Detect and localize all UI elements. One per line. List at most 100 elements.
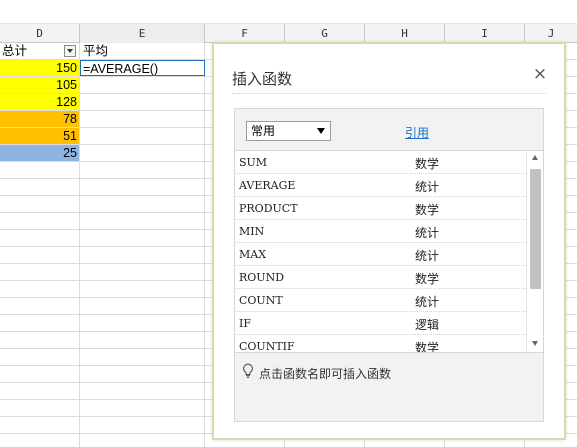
empty-cell[interactable] [80, 196, 205, 212]
function-name: SUM [239, 156, 268, 169]
empty-cell[interactable] [0, 196, 80, 212]
function-name: MAX [239, 248, 267, 261]
function-row[interactable]: MAX 统计 [235, 243, 526, 266]
function-name: ROUND [239, 271, 285, 284]
function-name: AVERAGE [239, 179, 296, 192]
empty-cell[interactable] [80, 366, 205, 382]
function-name: COUNT [239, 294, 283, 307]
active-formula-cell[interactable]: =AVERAGE() [80, 60, 205, 76]
function-category: 数学 [415, 341, 440, 353]
empty-cell[interactable] [80, 332, 205, 348]
function-category: 统计 [415, 226, 440, 240]
average-cell[interactable] [80, 111, 205, 127]
function-name: MIN [239, 225, 265, 238]
average-cell[interactable] [80, 145, 205, 161]
empty-cell[interactable] [0, 247, 80, 263]
empty-cell[interactable] [0, 298, 80, 314]
function-category: 数学 [415, 157, 440, 171]
scroll-up-icon[interactable] [527, 153, 543, 163]
empty-cell[interactable] [80, 349, 205, 365]
empty-cell[interactable] [80, 315, 205, 331]
column-header-e[interactable]: E [80, 24, 205, 43]
empty-cell[interactable] [80, 298, 205, 314]
average-cell[interactable] [80, 77, 205, 93]
empty-cell[interactable] [0, 230, 80, 246]
function-category: 数学 [415, 203, 440, 217]
chevron-down-icon [317, 128, 325, 134]
empty-cell[interactable] [0, 162, 80, 178]
function-row[interactable]: SUM 数学 [235, 151, 526, 174]
column-header-h[interactable]: H [365, 24, 445, 43]
total-value-cell[interactable]: 150 [0, 60, 80, 76]
total-value-cell[interactable]: 105 [0, 77, 80, 93]
function-row[interactable]: COUNT 统计 [235, 289, 526, 312]
function-category: 统计 [415, 295, 440, 309]
empty-cell[interactable] [80, 434, 205, 447]
empty-cell[interactable] [0, 281, 80, 297]
empty-cell[interactable] [80, 162, 205, 178]
empty-cell[interactable] [0, 366, 80, 382]
empty-cell[interactable] [80, 264, 205, 280]
empty-cell[interactable] [80, 213, 205, 229]
function-category: 数学 [415, 272, 440, 286]
empty-cell[interactable] [0, 332, 80, 348]
total-value-cell[interactable]: 78 [0, 111, 80, 127]
function-list: SUM 数学 AVERAGE 统计 PRODUCT 数学 MIN 统计 MAX 统计 ROUND 数学… [235, 150, 543, 353]
function-row[interactable]: IF 逻辑 [235, 312, 526, 335]
total-value-cell[interactable]: 51 [0, 128, 80, 144]
empty-cell[interactable] [80, 417, 205, 433]
dialog-title: 插入函数 [232, 70, 293, 88]
empty-cell[interactable] [80, 179, 205, 195]
empty-cell[interactable] [0, 315, 80, 331]
empty-cell[interactable] [0, 264, 80, 280]
function-name: IF [239, 317, 251, 330]
column-header-f[interactable]: F [205, 24, 285, 43]
empty-cell[interactable] [0, 349, 80, 365]
function-row[interactable]: AVERAGE 统计 [235, 174, 526, 197]
close-icon[interactable]: × [532, 66, 548, 83]
function-row[interactable]: COUNTIF 数学 [235, 335, 526, 353]
empty-cell[interactable] [80, 281, 205, 297]
empty-cell[interactable] [0, 383, 80, 399]
function-category: 统计 [415, 249, 440, 263]
average-cell[interactable] [80, 94, 205, 110]
column-header-d[interactable]: D [0, 24, 80, 43]
empty-cell[interactable] [0, 434, 80, 447]
header-cell-total[interactable]: 总计 [0, 43, 80, 59]
function-row[interactable]: ROUND 数学 [235, 266, 526, 289]
header-total-label: 总计 [2, 44, 28, 58]
header-cell-average[interactable]: 平均 [80, 43, 205, 59]
filter-dropdown-icon[interactable] [64, 45, 76, 57]
function-category: 逻辑 [415, 318, 440, 332]
category-select-value: 常用 [251, 124, 276, 138]
column-header-bar: D E F G H I J [0, 24, 577, 43]
empty-cell[interactable] [0, 179, 80, 195]
column-header-g[interactable]: G [285, 24, 365, 43]
function-name: COUNTIF [239, 340, 295, 353]
total-value-cell[interactable]: 25 [0, 145, 80, 161]
function-list-scrollbar[interactable] [526, 151, 543, 352]
total-value-cell[interactable]: 128 [0, 94, 80, 110]
empty-cell[interactable] [80, 247, 205, 263]
category-select[interactable]: 常用 [246, 121, 331, 141]
empty-cell[interactable] [80, 383, 205, 399]
column-header-j[interactable]: J [525, 24, 577, 43]
function-row[interactable]: MIN 统计 [235, 220, 526, 243]
function-category: 统计 [415, 180, 440, 194]
function-row[interactable]: PRODUCT 数学 [235, 197, 526, 220]
empty-cell[interactable] [80, 230, 205, 246]
empty-cell[interactable] [80, 400, 205, 416]
empty-cell[interactable] [0, 400, 80, 416]
title-divider [232, 93, 546, 94]
insert-function-dialog: 插入函数 × 常用 引用 SUM 数学 AVERAGE 统计 PRODUCT 数学 MIN 统… [212, 42, 566, 440]
scroll-thumb[interactable] [530, 169, 541, 289]
empty-cell[interactable] [0, 417, 80, 433]
function-name: PRODUCT [239, 202, 298, 215]
column-header-i[interactable]: I [445, 24, 525, 43]
scroll-down-icon[interactable] [527, 339, 543, 349]
empty-cell[interactable] [0, 213, 80, 229]
average-cell[interactable] [80, 128, 205, 144]
reference-link[interactable]: 引用 [405, 124, 429, 141]
hint-text: 点击函数名即可插入函数 [259, 367, 392, 381]
function-panel: 常用 引用 SUM 数学 AVERAGE 统计 PRODUCT 数学 MIN 统计 MAX 统计 R… [234, 108, 544, 422]
